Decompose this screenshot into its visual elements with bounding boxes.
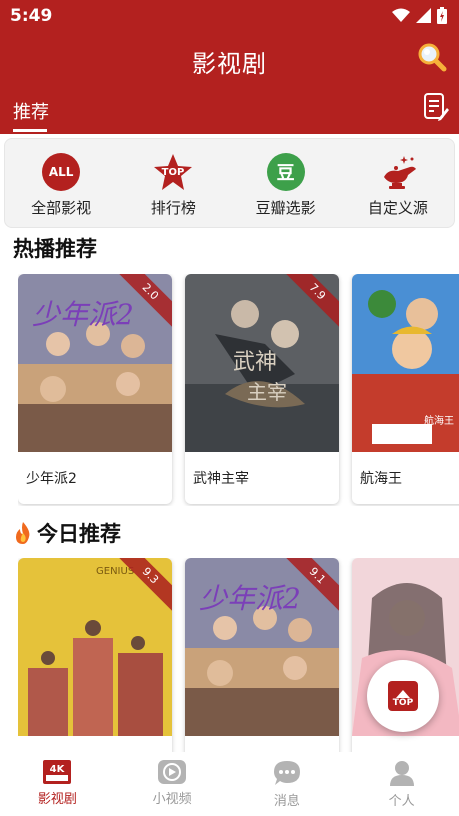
4k-film-icon: 4K <box>43 760 72 784</box>
section-title-hot: 热播推荐 <box>13 233 97 263</box>
rating-badge: 2.0 <box>118 274 172 328</box>
media-title <box>352 736 459 752</box>
section-title-today: 今日推荐 <box>13 518 121 548</box>
svg-text:4K: 4K <box>50 764 66 775</box>
poster-image: 少年派2 9.1 <box>185 558 339 736</box>
poster-image: GENIUS 9.3 <box>18 558 172 736</box>
scroll-top-label: TOP <box>392 698 414 708</box>
media-card[interactable]: 少年派2 2.0 少年派2 <box>18 274 172 504</box>
tab-indicator <box>13 129 47 132</box>
search-icon[interactable] <box>417 42 447 72</box>
hot-row: 少年派2 2.0 少年派2 武神 主宰 7.9 武神主宰 航海王 航海王 <box>18 274 459 506</box>
media-title <box>185 736 339 752</box>
nav-profile[interactable]: 个人 <box>344 752 459 816</box>
bottom-nav: 4K 影视剧 小视频 消息 个人 <box>0 752 459 816</box>
quick-link-custom-source[interactable]: 自定义源 <box>348 153 448 218</box>
nav-short-video[interactable]: 小视频 <box>115 752 230 816</box>
magic-lamp-icon <box>383 156 416 189</box>
poster-image: 航海王 <box>352 274 459 452</box>
media-title: 武神主宰 <box>193 471 249 487</box>
page-title: 影视剧 <box>192 50 267 78</box>
rating-badge: 9.3 <box>118 558 172 612</box>
tab-recommend[interactable]: 推荐 <box>13 98 49 124</box>
top-star-icon: TOP <box>154 154 193 190</box>
poster-image: 少年派2 2.0 <box>18 274 172 452</box>
wifi-icon <box>392 8 410 22</box>
nav-movies[interactable]: 4K 影视剧 <box>0 752 115 816</box>
play-icon <box>158 760 187 784</box>
person-icon <box>389 761 414 786</box>
svg-text:武神: 武神 <box>233 350 277 375</box>
status-icons <box>392 7 447 24</box>
media-card[interactable]: 航海王 航海王 <box>352 274 459 504</box>
nav-messages[interactable]: 消息 <box>230 752 345 816</box>
nav-label: 小视频 <box>152 792 192 807</box>
media-card[interactable]: 武神 主宰 7.9 武神主宰 <box>185 274 339 504</box>
status-time: 5:49 <box>10 6 53 26</box>
quick-link-all[interactable]: ALL 全部影视 <box>11 153 111 218</box>
quick-link-label: 全部影视 <box>31 199 92 217</box>
quick-link-ranking[interactable]: TOP 排行榜 <box>123 153 223 218</box>
nav-label: 消息 <box>273 794 300 809</box>
app-header: 影视剧 推荐 <box>0 32 459 134</box>
section-title-text: 今日推荐 <box>37 522 121 546</box>
media-title: 少年派2 <box>26 471 77 487</box>
battery-icon <box>437 7 447 24</box>
quick-link-label: 排行榜 <box>150 199 196 217</box>
status-bar: 5:49 <box>0 0 459 32</box>
media-title <box>18 736 172 752</box>
flame-icon <box>16 522 30 544</box>
poster-image: 武神 主宰 7.9 <box>185 274 339 452</box>
quick-link-label: 自定义源 <box>367 199 428 217</box>
rating-badge: 7.9 <box>285 274 339 328</box>
rating-badge: 9.1 <box>285 558 339 612</box>
douban-icon: 豆 <box>266 153 305 191</box>
signal-icon <box>416 8 431 23</box>
quick-link-label: 豆瓣选影 <box>255 199 316 217</box>
scroll-top-icon: TOP <box>388 681 418 711</box>
nav-label: 个人 <box>388 794 415 809</box>
section-title-text: 热播推荐 <box>13 237 97 261</box>
svg-text:航海王: 航海王 <box>424 414 454 427</box>
nav-label: 影视剧 <box>37 792 77 807</box>
note-edit-icon[interactable] <box>423 92 449 122</box>
all-icon: ALL <box>42 153 81 191</box>
quick-link-douban[interactable]: 豆 豆瓣选影 <box>236 153 336 218</box>
scroll-top-button[interactable]: TOP <box>367 660 439 732</box>
top-badge-text: TOP <box>162 167 185 178</box>
chat-icon <box>273 761 300 785</box>
media-title: 航海王 <box>360 471 402 487</box>
quick-links-bar: ALL 全部影视 TOP 排行榜 豆 豆瓣选影 自定义源 <box>4 138 455 228</box>
svg-text:主宰: 主宰 <box>247 380 287 404</box>
